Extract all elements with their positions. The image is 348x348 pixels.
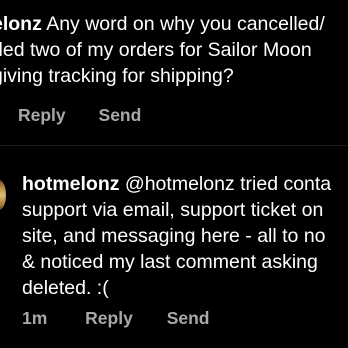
- comment-line-1: elonz Any word on why you cancelled/: [0, 11, 348, 37]
- avatar[interactable]: [0, 180, 6, 210]
- reply-line-1: hotmelonz @hotmelonz tried conta: [22, 171, 348, 197]
- comment-actions-top: Reply Send: [18, 105, 141, 126]
- send-button[interactable]: Send: [167, 308, 210, 329]
- reply-button[interactable]: Reply: [18, 105, 66, 126]
- comment-line-2: ded two of my orders for Sailor Moon: [0, 39, 312, 61]
- comment-line-3: giving tracking for shipping?: [0, 65, 234, 87]
- comment-username[interactable]: elonz: [0, 13, 42, 35]
- comment-actions-bottom: 1m Reply Send: [22, 308, 210, 329]
- comment-text-1: Any word on why you cancelled/: [46, 13, 325, 35]
- reply-line-5: deleted. :(: [22, 277, 109, 299]
- reply-comment: hotmelonz @hotmelonz tried conta support…: [22, 171, 348, 301]
- reply-line-3: site, and messaging here - all to no: [22, 225, 326, 247]
- divider: [0, 145, 348, 146]
- reply-text-1: @hotmelonz tried conta: [124, 173, 332, 195]
- reply-line-4: & noticed my last comment asking: [22, 251, 318, 273]
- send-button[interactable]: Send: [99, 105, 142, 126]
- timestamp: 1m: [22, 308, 48, 328]
- reply-button[interactable]: Reply: [85, 308, 133, 329]
- reply-line-2: support via email, support ticket on: [22, 199, 324, 221]
- comment-top: elonz Any word on why you cancelled/ ded…: [0, 11, 348, 89]
- reply-username[interactable]: hotmelonz: [22, 173, 120, 195]
